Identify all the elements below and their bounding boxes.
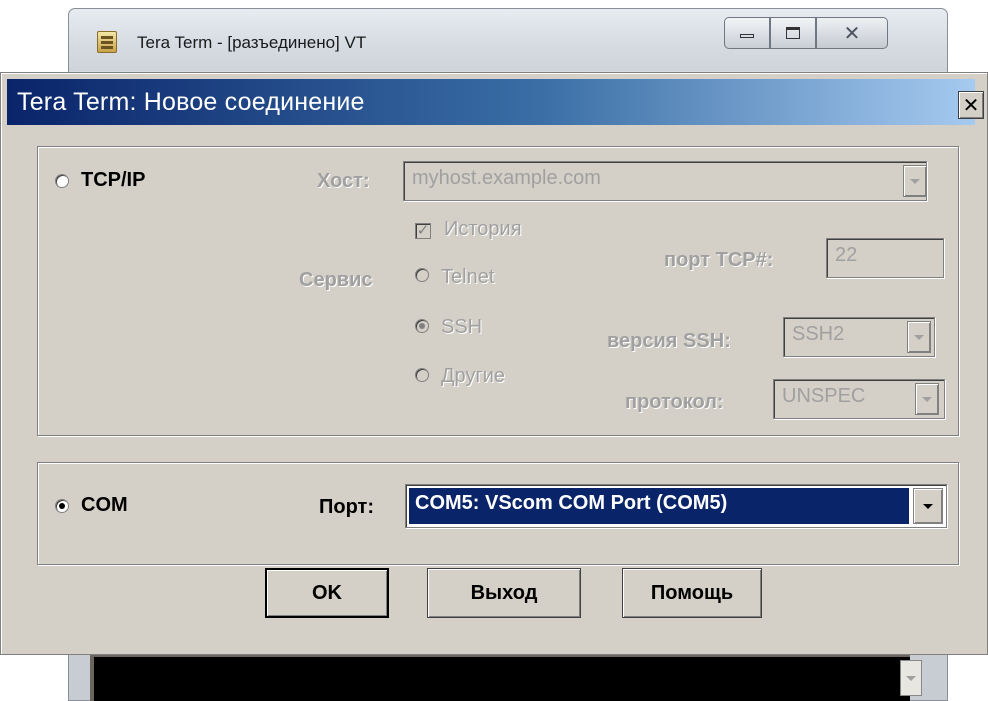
tera-term-app-icon — [97, 31, 117, 53]
ssh-radio[interactable] — [415, 319, 429, 333]
maximize-button[interactable] — [770, 17, 816, 49]
close-icon: ✕ — [843, 22, 861, 45]
service-label: Сервис — [299, 269, 373, 291]
chevron-down-icon — [906, 675, 916, 681]
other-label: Другие — [441, 365, 506, 387]
terminal-area — [90, 655, 910, 701]
com-port-dropdown-button[interactable] — [913, 488, 943, 524]
host-dropdown-button[interactable] — [903, 165, 927, 197]
protocol-label: протокол: — [625, 391, 724, 413]
com-radio[interactable] — [55, 499, 69, 513]
window-close-button[interactable]: ✕ — [816, 17, 888, 49]
chevron-down-icon — [922, 396, 932, 402]
new-connection-dialog: Tera Term: Новое соединение ✕ TCP/IP Хос… — [0, 72, 988, 655]
tcpip-radio[interactable] — [55, 174, 69, 188]
host-input[interactable]: myhost.example.com — [403, 161, 927, 201]
history-label: История — [444, 218, 522, 240]
help-button[interactable]: Помощь — [622, 568, 762, 618]
ssh-version-dropdown-button[interactable] — [907, 321, 931, 353]
chevron-down-icon — [910, 178, 920, 184]
maximize-icon — [786, 27, 800, 39]
tcp-port-label: порт TCP#: — [664, 249, 774, 271]
com-label: COM — [81, 494, 128, 516]
port-label: Порт: — [319, 496, 374, 518]
com-port-select[interactable]: COM5: VScom COM Port (COM5) — [405, 484, 947, 528]
terminal-scroll-down-button[interactable] — [900, 660, 922, 696]
caption-buttons: ✕ — [724, 17, 888, 49]
host-label: Хост: — [317, 170, 370, 192]
dialog-titlebar: Tera Term: Новое соединение — [7, 79, 975, 125]
ssh-label: SSH — [441, 316, 483, 338]
ssh-version-label: версия SSH: — [607, 330, 731, 352]
telnet-radio[interactable] — [415, 268, 429, 282]
close-icon: ✕ — [962, 94, 980, 117]
chevron-down-icon — [914, 334, 924, 340]
exit-button[interactable]: Выход — [427, 568, 581, 618]
ok-button[interactable]: OK — [265, 568, 389, 618]
other-radio[interactable] — [415, 368, 429, 382]
tcpip-label: TCP/IP — [81, 169, 146, 191]
com-port-value: COM5: VScom COM Port (COM5) — [409, 488, 909, 524]
tcp-port-input[interactable]: 22 — [826, 238, 944, 278]
background-titlebar: Tera Term - [разъединено] VT ✕ — [69, 9, 947, 71]
telnet-label: Telnet — [441, 266, 495, 288]
minimize-button[interactable] — [724, 17, 770, 49]
chevron-down-icon — [923, 503, 933, 509]
protocol-dropdown-button[interactable] — [915, 383, 939, 415]
minimize-icon — [740, 34, 754, 38]
dialog-title: Tera Term: Новое соединение — [17, 88, 365, 116]
dialog-close-button[interactable]: ✕ — [958, 91, 984, 119]
background-window-title: Tera Term - [разъединено] VT — [137, 33, 367, 52]
history-checkbox[interactable]: ✓ — [415, 223, 431, 239]
